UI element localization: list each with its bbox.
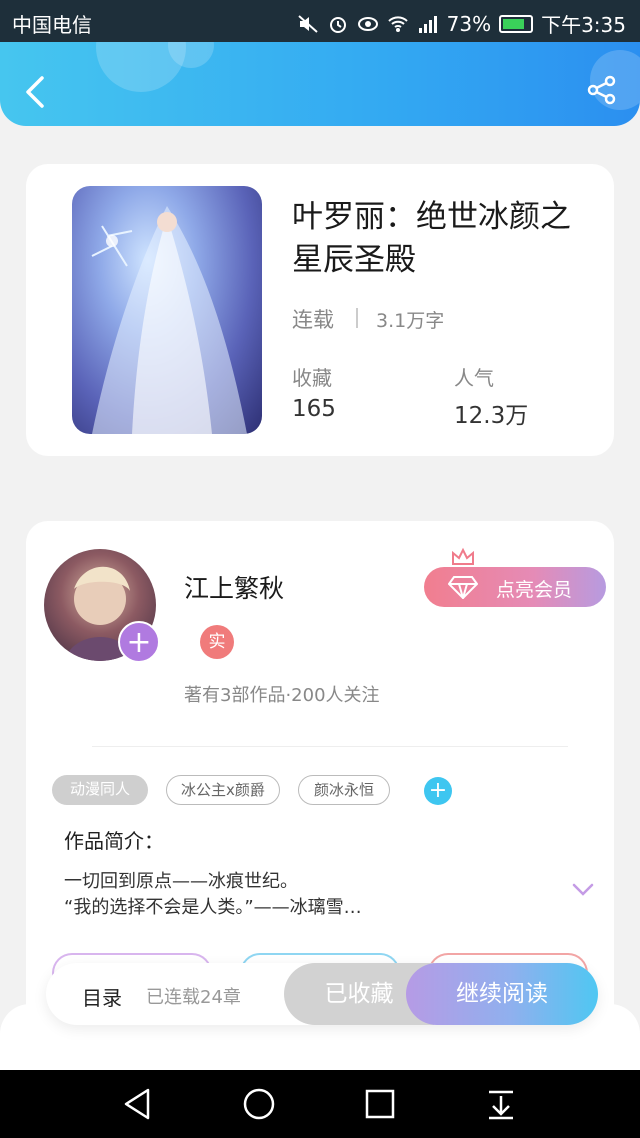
toc-button[interactable]: 目录 — [82, 982, 122, 1011]
book-word-count: 3.1万字 — [376, 310, 445, 332]
intro-text: 一切回到原点——冰痕世纪。 “我的选择不会是人类。”——冰璃雪… — [64, 869, 544, 921]
book-title: 叶罗丽：绝世冰颜之星辰圣殿 — [292, 199, 571, 278]
diamond-icon — [448, 576, 478, 599]
clock: 下午3:35 — [541, 13, 626, 37]
tag-chip[interactable]: 动漫同人 — [52, 775, 148, 805]
popularity-label: 人气 — [454, 366, 494, 390]
status-icons: 73% 下午3:35 — [297, 9, 626, 38]
battery-icon — [499, 14, 534, 33]
share-icon[interactable] — [586, 74, 618, 106]
tag-chip[interactable]: 冰公主x颜爵 — [166, 775, 280, 805]
intro-line: “我的选择不会是人类。”——冰璃雪… — [64, 897, 362, 918]
chapter-count[interactable]: 已连载24章 — [146, 983, 241, 1009]
signal-icon — [418, 15, 437, 33]
book-info-card: 叶罗丽：绝世冰颜之星辰圣殿 连载 3.1万字 收藏 165 人气 12.3万 — [26, 164, 614, 456]
back-icon[interactable] — [22, 74, 50, 110]
add-tag-button[interactable]: + — [424, 777, 452, 805]
nav-recents-icon[interactable] — [362, 1086, 398, 1122]
popularity-count: 12.3万 — [454, 403, 529, 429]
book-status: 连载 — [292, 308, 334, 332]
vip-button-label: 点亮会员 — [496, 579, 573, 601]
nav-back-icon[interactable] — [120, 1086, 156, 1122]
favorites-count: 165 — [292, 396, 336, 422]
intro-title: 作品简介： — [64, 829, 164, 853]
alarm-icon — [329, 16, 346, 33]
status-bar: 中国电信 73% 下午3:35 — [0, 0, 640, 42]
top-bar — [0, 42, 640, 126]
wifi-icon — [387, 15, 408, 32]
carrier-label: 中国电信 — [12, 13, 92, 37]
nav-home-icon[interactable] — [241, 1086, 277, 1122]
verified-badge: 实 — [200, 625, 234, 659]
battery-percent: 73% — [446, 11, 492, 36]
vip-button[interactable]: 点亮会员 — [424, 567, 606, 607]
tag-chip[interactable]: 颜冰永恒 — [298, 775, 390, 805]
eye-icon — [357, 16, 378, 31]
crown-icon — [452, 547, 474, 565]
cover-illustration — [91, 206, 247, 434]
action-bar: 目录 已连载24章 已收藏 继续阅读 — [46, 963, 598, 1025]
favorites-label: 收藏 — [292, 366, 332, 390]
follow-author-button[interactable]: + — [118, 621, 160, 663]
system-nav-bar — [0, 1070, 640, 1138]
book-cover[interactable] — [72, 186, 262, 434]
chevron-down-icon[interactable] — [572, 883, 594, 897]
author-name: 江上繁秋 — [184, 574, 285, 603]
divider — [356, 308, 358, 328]
mute-icon — [297, 14, 318, 33]
author-stats: 著有3部作品·200人关注 — [184, 685, 380, 706]
intro-line: 一切回到原点——冰痕世纪。 — [64, 871, 298, 892]
nav-notifications-icon[interactable] — [483, 1086, 519, 1122]
continue-reading-button[interactable]: 继续阅读 — [406, 963, 598, 1025]
section-divider — [92, 746, 568, 747]
